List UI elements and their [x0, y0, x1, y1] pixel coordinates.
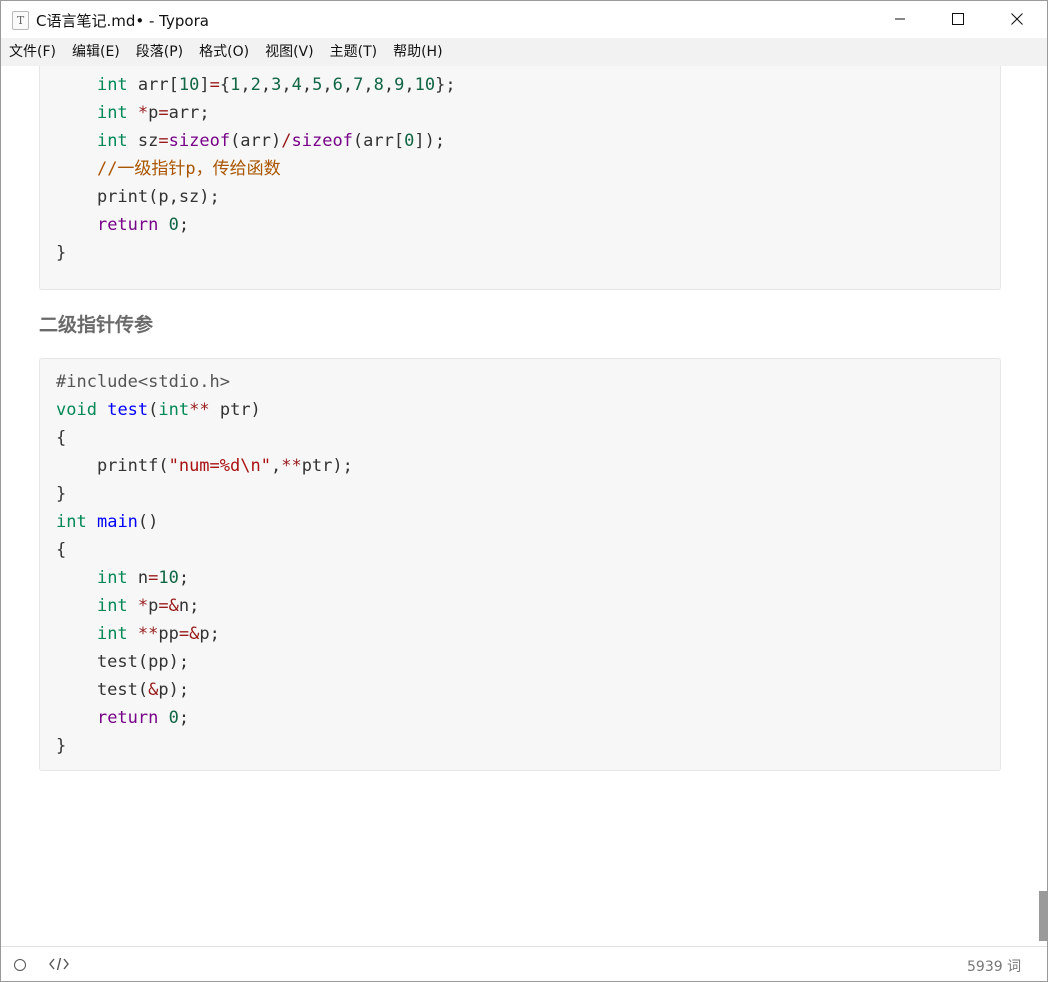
word-count[interactable]: 5939 词	[967, 956, 1021, 976]
title-bar: T C语言笔记.md• - Typora	[1, 1, 1047, 38]
typora-window: T C语言笔记.md• - Typora 文件(F) 编辑(E) 段落(P) 格…	[0, 0, 1048, 982]
menu-help[interactable]: 帮助(H)	[389, 38, 446, 66]
minimize-icon	[895, 18, 905, 20]
close-button[interactable]	[994, 1, 1040, 37]
code-block-1[interactable]: { int arr[10]={1,2,3,4,5,6,7,8,9,10}; in…	[39, 66, 1001, 290]
code-block-2-text[interactable]: #include<stdio.h> void test(int** ptr) {…	[56, 368, 353, 760]
menu-file[interactable]: 文件(F)	[5, 38, 60, 66]
scrollbar-thumb[interactable]	[1039, 891, 1047, 941]
close-icon	[1011, 13, 1023, 25]
source-code-mode-button[interactable]	[49, 956, 69, 976]
section-heading[interactable]: 二级指针传参	[39, 310, 153, 337]
maximize-button[interactable]	[935, 1, 981, 37]
minimize-button[interactable]	[877, 1, 923, 37]
menu-theme[interactable]: 主题(T)	[326, 38, 381, 66]
window-title: C语言笔记.md• - Typora	[36, 12, 209, 30]
maximize-icon	[952, 13, 964, 25]
code-block-2[interactable]: #include<stdio.h> void test(int** ptr) {…	[39, 358, 1001, 771]
menu-view[interactable]: 视图(V)	[261, 38, 318, 66]
source-code-icon	[49, 957, 69, 971]
outline-toggle-icon[interactable]	[14, 959, 26, 971]
menu-paragraph[interactable]: 段落(P)	[132, 38, 187, 66]
code-block-1-text[interactable]: { int arr[10]={1,2,3,4,5,6,7,8,9,10}; in…	[56, 66, 456, 267]
menu-bar: 文件(F) 编辑(E) 段落(P) 格式(O) 视图(V) 主题(T) 帮助(H…	[1, 38, 1047, 66]
menu-format[interactable]: 格式(O)	[195, 38, 253, 66]
typora-app-icon: T	[12, 11, 29, 30]
menu-edit[interactable]: 编辑(E)	[68, 38, 124, 66]
status-bar: 5939 词	[1, 946, 1047, 981]
editor-content[interactable]: { int arr[10]={1,2,3,4,5,6,7,8,9,10}; in…	[1, 66, 1047, 946]
